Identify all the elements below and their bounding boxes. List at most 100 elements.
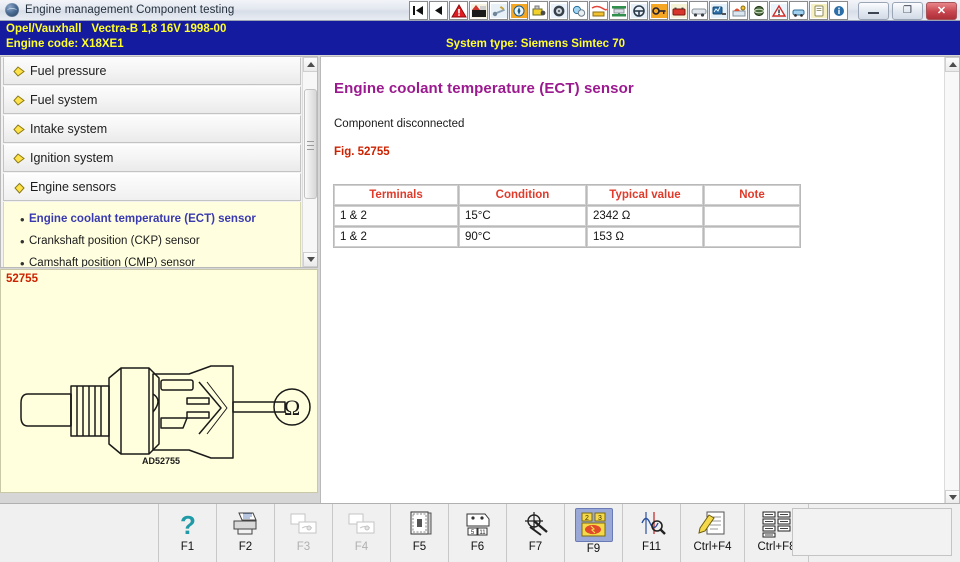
window-title: Engine management Component testing — [25, 4, 235, 16]
tree-group-intake-system[interactable]: Intake system — [3, 115, 301, 143]
adjustment-icon — [518, 508, 554, 540]
tree-group-label: Fuel pressure — [30, 64, 107, 78]
window-controls: ❐ ✕ — [858, 1, 957, 20]
body-repair-icon[interactable] — [749, 1, 768, 20]
function-key-f9[interactable]: 23 F9 — [565, 504, 623, 562]
scroll-down-arrow-icon[interactable] — [303, 252, 317, 267]
tree-group-label: Ignition system — [30, 151, 114, 165]
workshop-icon[interactable] — [469, 1, 488, 20]
component-figure-panel: 52755 AD52755 Ω — [0, 269, 318, 493]
function-key-f1[interactable]: ? F1 — [159, 504, 217, 562]
column-header-condition: Condition — [459, 185, 586, 205]
engine-code-value: X18XE1 — [81, 38, 124, 50]
vehicle-identity: Opel/Vauxhall Vectra-B 1,8 16V 1998-00 — [6, 23, 226, 35]
scroll-up-arrow-icon[interactable] — [303, 57, 317, 72]
system-type-line: System type: Siemens Simtec 70 — [446, 38, 625, 50]
restore-button[interactable]: ❐ — [892, 1, 923, 20]
function-key-f5[interactable]: F5 — [391, 504, 449, 562]
figure-reference: Fig. 52755 — [334, 146, 390, 158]
ac-system-icon[interactable] — [689, 1, 708, 20]
tree-group-fuel-system[interactable]: Fuel system — [3, 86, 301, 114]
tree-group-label: Engine sensors — [30, 180, 117, 194]
brake-icon[interactable] — [569, 1, 588, 20]
ect-sensor-diagram: AD52755 Ω — [20, 365, 311, 466]
condition-note: Component disconnected — [334, 118, 465, 130]
function-key-f11[interactable]: F11 — [623, 504, 681, 562]
chevron-right-icon — [13, 152, 26, 165]
function-key-label: F3 — [296, 541, 311, 553]
function-key-ctrl-f4[interactable]: Ctrl+F4 — [681, 504, 745, 562]
tree-group-ignition-system[interactable]: Ignition system — [3, 144, 301, 172]
vehicle-make: Opel/Vauxhall — [6, 23, 82, 35]
compass-icon[interactable] — [509, 1, 528, 20]
vehicle-header: Opel/Vauxhall Vectra-B 1,8 16V 1998-00 En… — [0, 21, 960, 55]
oscilloscope-icon — [634, 508, 670, 540]
diagnostics-icon[interactable] — [709, 1, 728, 20]
steering-icon[interactable] — [629, 1, 648, 20]
scrollbar-thumb[interactable] — [304, 89, 317, 199]
function-key-label: F1 — [180, 541, 195, 553]
function-key-label: Ctrl+F8 — [757, 541, 796, 553]
fluid-icon[interactable] — [729, 1, 748, 20]
ohm-symbol-icon: Ω — [284, 395, 300, 420]
tree-group-fuel-pressure[interactable]: Fuel pressure — [3, 57, 301, 85]
print-icon — [228, 508, 264, 540]
first-record-icon[interactable] — [409, 1, 428, 20]
toolbar-spacer — [0, 504, 159, 562]
bullet-icon: • — [20, 211, 25, 227]
engine-icon[interactable] — [529, 1, 548, 20]
key-icon[interactable] — [649, 1, 668, 20]
function-key-f3[interactable]: F3 — [275, 504, 333, 562]
minimize-button[interactable] — [858, 1, 889, 20]
cell-condition: 15°C — [459, 206, 586, 226]
table-row: 1 & 2 15°C 2342 Ω — [334, 206, 800, 226]
function-key-f4[interactable]: F4 — [333, 504, 391, 562]
airbag-icon[interactable] — [789, 1, 808, 20]
content-vertical-scrollbar[interactable] — [944, 57, 959, 505]
connector-pinout-icon: 5 11 — [460, 508, 496, 540]
function-key-label: F2 — [238, 541, 253, 553]
lift-icon[interactable] — [609, 1, 628, 20]
function-key-label: F11 — [642, 541, 661, 553]
scroll-up-arrow-icon[interactable] — [945, 57, 959, 72]
cell-condition: 90°C — [459, 227, 586, 247]
tree-item-ect-sensor[interactable]: • Engine coolant temperature (ECT) senso… — [4, 208, 300, 230]
function-key-f6[interactable]: 5 11 F6 — [449, 504, 507, 562]
notes-icon — [695, 508, 731, 540]
status-area — [792, 508, 952, 556]
function-key-label: F4 — [354, 541, 369, 553]
previous-record-icon[interactable] — [429, 1, 448, 20]
tree-sublist-engine-sensors: • Engine coolant temperature (ECT) senso… — [3, 202, 301, 267]
main-toolbar — [409, 1, 848, 20]
column-header-typical-value: Typical value — [587, 185, 703, 205]
tools-icon[interactable] — [489, 1, 508, 20]
tree-group-engine-sensors[interactable]: Engine sensors — [3, 173, 301, 201]
chevron-right-icon — [13, 65, 26, 78]
tree-vertical-scrollbar[interactable] — [302, 57, 317, 267]
help-question-icon: ? — [170, 508, 206, 540]
service-icon[interactable] — [809, 1, 828, 20]
battery-icon[interactable] — [669, 1, 688, 20]
bullet-icon: • — [20, 255, 25, 268]
info-icon[interactable] — [829, 1, 848, 20]
wheel-icon[interactable] — [549, 1, 568, 20]
chevron-right-icon — [13, 123, 26, 136]
svg-text:11: 11 — [479, 530, 486, 536]
tree-group-label: Fuel system — [30, 93, 98, 107]
close-button[interactable]: ✕ — [926, 1, 957, 20]
tree-group-label: Intake system — [30, 122, 108, 136]
svg-text:3: 3 — [598, 515, 602, 522]
column-header-note: Note — [704, 185, 800, 205]
warning-triangle-icon[interactable] — [449, 1, 468, 20]
navigation-tree-panel: Fuel pressure Fuel system Intake system … — [0, 56, 318, 268]
tree-item-ckp-sensor[interactable]: • Crankshaft position (CKP) sensor — [4, 230, 300, 252]
chevron-right-icon — [13, 94, 26, 107]
tyre-icon[interactable] — [769, 1, 788, 20]
function-key-f2[interactable]: F2 — [217, 504, 275, 562]
tree-item-cmp-sensor[interactable]: • Camshaft position (CMP) sensor — [4, 252, 300, 268]
wiring-icon[interactable] — [589, 1, 608, 20]
vehicle-engine-spec: 1,8 16V 1998-00 — [141, 23, 227, 35]
function-key-f7[interactable]: F7 — [507, 504, 565, 562]
svg-text:2: 2 — [585, 515, 589, 522]
svg-text:?: ? — [180, 510, 196, 538]
